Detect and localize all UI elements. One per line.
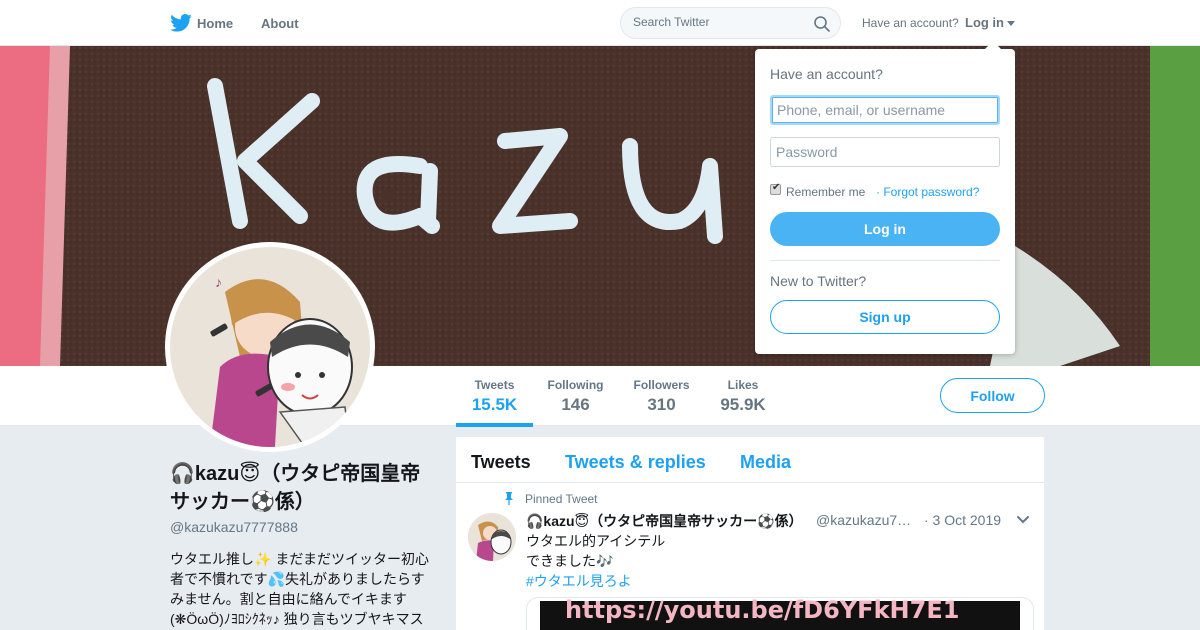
pin-icon [505,492,513,505]
stat-tweets[interactable]: Tweets 15.5K [456,378,533,415]
stat-following[interactable]: Following 146 [543,378,608,415]
signup-button[interactable]: Sign up [770,300,1000,334]
tweet-media-card[interactable]: https://youtu.be/fD6YFkH7E1 [526,597,1034,630]
new-to-twitter-text: New to Twitter? [770,273,867,289]
timeline: Tweets Tweets & replies Media Pinned Twe… [456,437,1044,630]
svg-text:♪: ♪ [215,274,222,290]
stat-followers[interactable]: Followers 310 [628,378,695,415]
stat-value: 146 [561,395,590,414]
stat-label: Likes [727,378,759,392]
tab-media[interactable]: Media [740,452,791,473]
search-icon[interactable] [813,15,831,33]
tab-tweets-replies[interactable]: Tweets & replies [565,452,706,473]
username-field[interactable] [770,95,1000,125]
tab-tweets[interactable]: Tweets [471,452,531,473]
tweet-date[interactable]: · 3 Oct 2019 [924,512,1001,528]
stat-label: Followers [633,378,690,392]
login-button[interactable]: Log in [770,212,1000,246]
dropdown-title: Have an account? [770,66,883,82]
card-url-text: https://youtu.be/fD6YFkH7E1 [565,597,960,624]
nav-about-link[interactable]: About [261,16,299,31]
dropdown-arrow [985,41,1001,49]
top-navigation: Home About Have an account? Log in [0,0,1200,46]
tweet-line: ウタエル的アイシテル [526,533,666,549]
check-mark-icon: ✔ [772,182,781,193]
login-menu-link[interactable]: Log in [965,15,1004,30]
profile-handle[interactable]: @kazukazu7777888 [170,519,298,535]
stat-likes[interactable]: Likes 95.9K [713,378,773,415]
search-box[interactable] [620,7,841,39]
nav-home-link[interactable]: Home [197,16,233,31]
forgot-password-link[interactable]: · Forgot password? [876,185,979,199]
have-account-text: Have an account? [862,16,959,30]
checkbox-checked-icon[interactable]: ✔ [770,182,781,195]
avatar-illustration: ♪ [170,247,370,447]
follow-button[interactable]: Follow [940,378,1045,413]
tweet-avatar-illustration [468,513,516,561]
chevron-down-icon[interactable] [1016,515,1030,525]
stat-value: 310 [647,395,676,414]
timeline-tabs: Tweets Tweets & replies Media [456,437,1044,483]
login-dropdown: Have an account? ✔ Remember me · Forgot … [755,41,1015,354]
tweet-avatar[interactable] [468,513,516,561]
twitter-bird-icon[interactable] [170,14,192,32]
password-field[interactable] [770,137,1000,167]
tweet-author-handle[interactable]: @kazukazu7… [816,512,911,528]
tweet-hashtag[interactable]: #ウタエル見ろよ [526,571,665,591]
search-input[interactable] [633,15,803,29]
profile-name: 🎧kazu😇（ウタピ帝国皇帝サッカー⚽係） [170,463,421,513]
caret-down-icon[interactable] [1007,21,1015,26]
profile-bio: ウタエル推し✨ まだまだツイッター初心者で不慣れです💦失礼がありましたらすみませ… [170,551,430,627]
stat-label: Tweets [474,378,515,392]
divider [770,260,1000,261]
remember-me-label[interactable]: Remember me [786,185,865,199]
stat-value: 95.9K [720,395,766,414]
tweet-line: できました🎶 [526,553,614,569]
active-stat-underline [456,423,533,427]
tweet-author-name[interactable]: 🎧kazu😇（ウタピ帝国皇帝サッカー⚽係） [526,511,803,531]
profile-avatar[interactable]: ♪ [165,242,375,452]
stat-label: Following [547,378,604,392]
stat-value: 15.5K [471,395,518,414]
pinned-tweet-label: Pinned Tweet [525,492,598,506]
tweet-text: ウタエル的アイシテル できました🎶 #ウタエル見ろよ [526,531,665,591]
